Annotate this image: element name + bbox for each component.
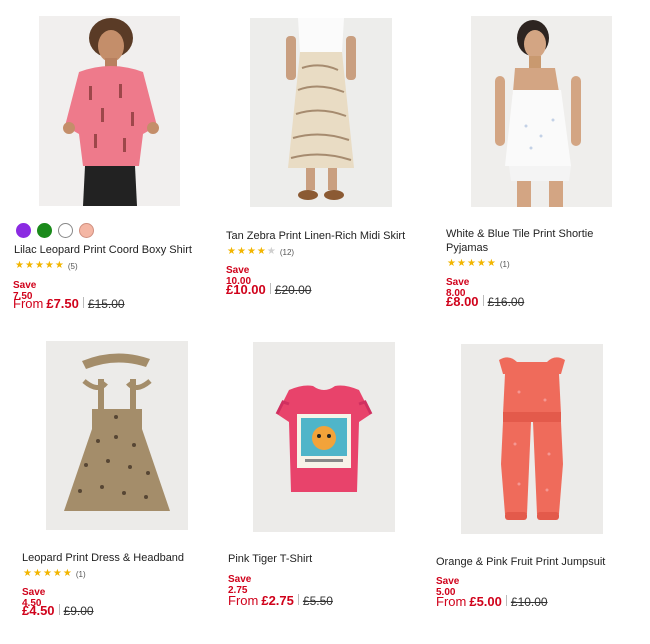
product-image[interactable] <box>39 16 180 206</box>
colour-swatch[interactable] <box>79 223 94 238</box>
from-label: From <box>228 593 259 608</box>
rating: ★ ★ ★ ★ ★ (1) <box>447 259 510 269</box>
product-image[interactable] <box>471 16 612 207</box>
star-icon: ★ <box>236 246 246 257</box>
product-title[interactable]: Lilac Leopard Print Coord Boxy Shirt <box>14 243 214 257</box>
product-title[interactable]: Pink Tiger T-Shirt <box>228 552 428 566</box>
was-price: £9.00 <box>63 604 94 618</box>
star-icon: ★ <box>466 258 476 269</box>
star-icon: ★ <box>52 568 62 579</box>
star-icon: ★ <box>447 258 456 269</box>
price-row: £4.50 £9.00 <box>22 603 94 618</box>
was-price: £15.00 <box>87 297 125 311</box>
leopard-dress-photo <box>46 341 188 530</box>
price-row: From £2.75 £5.50 <box>228 593 333 608</box>
price-row: From £5.00 £10.00 <box>436 594 548 609</box>
product-image[interactable] <box>46 341 188 530</box>
product-image[interactable] <box>250 18 392 207</box>
star-icon: ★ <box>44 260 54 271</box>
star-icon: ★ <box>54 260 64 271</box>
star-icon: ★ <box>456 258 466 269</box>
star-empty-icon: ★ <box>266 246 276 257</box>
pink-giraffe-shirt-photo <box>39 16 180 206</box>
current-price: £8.00 <box>446 294 479 309</box>
was-price: £5.50 <box>302 594 333 608</box>
pink-tiger-tshirt-photo <box>253 342 395 532</box>
star-icon: ★ <box>476 258 486 269</box>
current-price: From £2.75 <box>228 593 294 608</box>
star-rating: ★ ★ ★ ★ ★ <box>15 261 64 271</box>
star-rating: ★ ★ ★ ★ ★ <box>447 259 496 269</box>
product-title[interactable]: Orange & Pink Fruit Print Jumpsuit <box>436 555 636 569</box>
price-divider <box>269 283 271 294</box>
star-icon: ★ <box>32 568 42 579</box>
zebra-skirt-photo <box>250 18 392 207</box>
star-icon: ★ <box>62 568 72 579</box>
rating: ★ ★ ★ ★ ★ (5) <box>15 261 78 271</box>
star-icon: ★ <box>486 258 496 269</box>
product-image[interactable] <box>461 344 603 534</box>
product-title[interactable]: Leopard Print Dress & Headband <box>22 551 222 565</box>
review-count: (1) <box>75 569 86 579</box>
star-icon: ★ <box>256 246 266 257</box>
rating: ★ ★ ★ ★ ★ (12) <box>227 247 294 257</box>
colour-swatch[interactable] <box>37 223 52 238</box>
product-image[interactable] <box>253 342 395 532</box>
price-divider <box>482 295 484 306</box>
rating: ★ ★ ★ ★ ★ (1) <box>23 569 86 579</box>
colour-swatch[interactable] <box>58 223 73 238</box>
star-icon: ★ <box>15 260 24 271</box>
product-title[interactable]: Tan Zebra Print Linen-Rich Midi Skirt <box>226 229 426 243</box>
from-label: From <box>436 594 467 609</box>
star-icon: ★ <box>227 246 236 257</box>
price-row: From £7.50 £15.00 <box>13 296 125 311</box>
star-icon: ★ <box>246 246 256 257</box>
star-rating: ★ ★ ★ ★ ★ <box>23 569 72 579</box>
was-price: £16.00 <box>487 295 525 309</box>
current-price: From £7.50 <box>13 296 79 311</box>
price-row: £8.00 £16.00 <box>446 294 524 309</box>
product-title[interactable]: White & Blue Tile Print Shortie Pyjamas <box>446 227 606 255</box>
price-divider <box>82 297 84 308</box>
price-row: £10.00 £20.00 <box>226 282 311 297</box>
colour-swatch[interactable] <box>16 223 31 238</box>
current-price: £10.00 <box>226 282 266 297</box>
review-count: (1) <box>499 259 510 269</box>
price-divider <box>297 594 299 605</box>
price-divider <box>505 595 507 606</box>
star-icon: ★ <box>42 568 52 579</box>
price-divider <box>58 604 60 615</box>
star-icon: ★ <box>34 260 44 271</box>
orange-jumpsuit-photo <box>461 344 603 534</box>
white-pyjamas-photo <box>471 16 612 207</box>
star-rating: ★ ★ ★ ★ ★ <box>227 247 276 257</box>
current-price: From £5.00 <box>436 594 502 609</box>
was-price: £20.00 <box>274 283 312 297</box>
review-count: (12) <box>279 247 295 257</box>
star-icon: ★ <box>24 260 34 271</box>
star-icon: ★ <box>23 568 32 579</box>
from-label: From <box>13 296 44 311</box>
review-count: (5) <box>67 261 78 271</box>
current-price: £4.50 <box>22 603 55 618</box>
was-price: £10.00 <box>510 595 548 609</box>
colour-swatches <box>16 223 94 238</box>
